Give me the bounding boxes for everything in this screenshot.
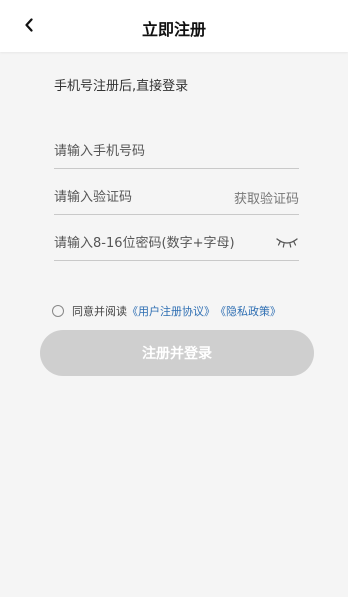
register-login-label: 注册并登录	[142, 346, 212, 362]
verification-code-field: 获取验证码	[54, 184, 299, 215]
form-subtitle: 手机号注册后,直接登录	[54, 79, 189, 94]
agreement-prefix: 同意并阅读	[72, 305, 127, 318]
agreement-row: 同意并阅读 《用户注册协议》 《隐私政策》	[52, 303, 281, 319]
password-visibility-toggle[interactable]	[275, 234, 299, 250]
page-title: 立即注册	[141, 20, 206, 39]
top-bar: 立即注册	[0, 0, 348, 52]
user-agreement-link[interactable]: 《用户注册协议》	[127, 303, 215, 319]
password-input[interactable]	[54, 230, 264, 256]
agreement-checkbox[interactable]	[52, 305, 64, 317]
register-login-button[interactable]: 注册并登录	[40, 330, 314, 376]
eye-closed-icon	[276, 238, 298, 248]
privacy-policy-link[interactable]: 《隐私政策》	[215, 303, 281, 319]
phone-field	[54, 138, 299, 169]
get-code-button[interactable]: 获取验证码	[234, 188, 299, 207]
verification-code-input[interactable]	[54, 184, 224, 210]
password-field	[54, 230, 299, 261]
phone-input[interactable]	[54, 138, 264, 164]
